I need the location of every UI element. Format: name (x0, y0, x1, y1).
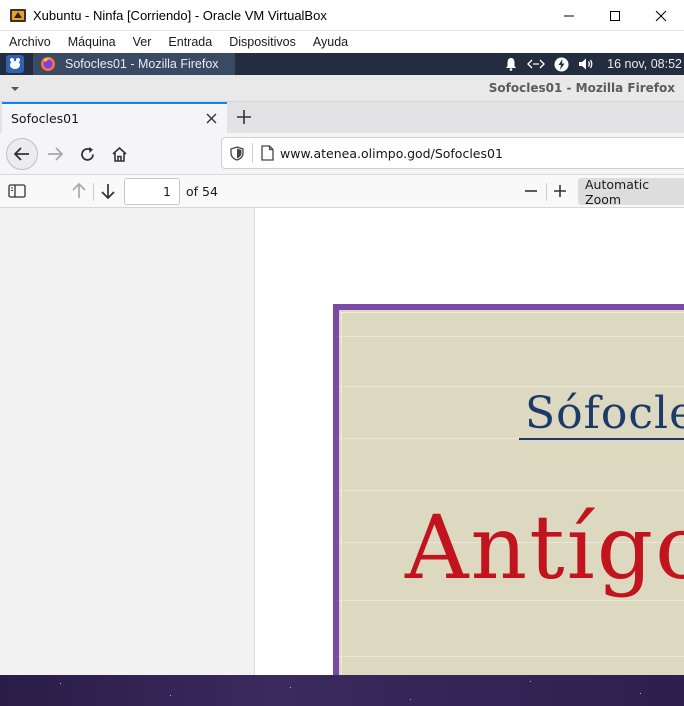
zoom-select-value: Automatic Zoom (585, 176, 650, 207)
url-bar[interactable]: www.atenea.olimpo.god/Sofocles01 (221, 137, 684, 169)
firefox-window-title: Sofocles01 - Mozilla Firefox (488, 81, 675, 95)
close-button[interactable] (638, 0, 684, 31)
url-text[interactable]: www.atenea.olimpo.god/Sofocles01 (280, 146, 503, 161)
notification-bell-icon[interactable] (504, 57, 518, 71)
firefox-icon (41, 57, 55, 71)
pdf-sidebar (0, 208, 255, 675)
tab-strip: Sofocles01 (0, 102, 684, 133)
cover-rule (339, 600, 684, 601)
page-icon[interactable] (261, 145, 274, 161)
plus-icon (237, 110, 251, 124)
toolbar-divider (93, 183, 94, 201)
virtualbox-app-icon (10, 9, 26, 22)
cover-author-underline (519, 438, 684, 440)
next-page-button[interactable] (99, 182, 117, 203)
minus-icon (525, 190, 537, 192)
page-number-input[interactable]: 1 (124, 178, 180, 205)
system-tray: 16 nov, 08:52 (504, 53, 684, 75)
zoom-select[interactable]: Automatic Zoom (578, 176, 684, 207)
sidebar-toggle-icon (8, 184, 26, 198)
tracking-shield-icon[interactable] (230, 145, 244, 161)
reload-icon (80, 146, 94, 161)
tab-title: Sofocles01 (11, 111, 80, 126)
wallpaper-star (170, 695, 171, 696)
cover-author: Sófocles (525, 388, 684, 439)
taskbar-firefox-button[interactable]: Sofocles01 - Mozilla Firefox (33, 53, 235, 75)
cover-rule (339, 336, 684, 337)
toolbar-divider (546, 183, 547, 201)
cover-rule (339, 490, 684, 491)
cover-rule (339, 386, 684, 387)
menu-archivo[interactable]: Archivo (0, 35, 59, 49)
desktop-wallpaper-strip (0, 675, 684, 706)
navigation-toolbar: www.atenea.olimpo.god/Sofocles01 (0, 133, 684, 175)
wallpaper-star (410, 699, 411, 700)
reload-button[interactable] (71, 138, 103, 170)
wallpaper-star (640, 693, 641, 694)
zoom-in-button[interactable] (552, 183, 568, 202)
wallpaper-star (290, 687, 291, 688)
window-title: Xubuntu - Ninfa [Corriendo] - Oracle VM … (33, 7, 327, 23)
home-icon (111, 146, 127, 162)
new-tab-button[interactable] (233, 106, 255, 128)
maximize-icon (610, 10, 620, 21)
cover-rule (339, 656, 684, 657)
pdf-toolbar: 1 of 54 Automatic Zoom (0, 175, 684, 208)
pdf-page-cover: Sófocles Antígona (333, 304, 684, 684)
panel-clock[interactable]: 16 nov, 08:52 (607, 57, 682, 71)
previous-page-button[interactable] (70, 182, 88, 203)
network-icon[interactable] (527, 57, 546, 71)
tab-sofocles01[interactable]: Sofocles01 (2, 102, 227, 133)
forward-arrow-icon (48, 147, 64, 161)
arrow-down-icon (101, 184, 115, 200)
minimize-button[interactable] (546, 0, 592, 31)
forward-button[interactable] (39, 138, 71, 170)
back-arrow-icon (13, 147, 29, 161)
taskbar-item-label: Sofocles01 - Mozilla Firefox (65, 57, 219, 71)
maximize-button[interactable] (592, 0, 638, 31)
tab-close-icon[interactable] (206, 110, 217, 128)
whisker-menu-icon[interactable] (6, 55, 24, 73)
sidebar-toggle-button[interactable] (8, 183, 26, 202)
virtualbox-menubar: Archivo Máquina Ver Entrada Dispositivos… (0, 31, 684, 53)
wallpaper-star (60, 683, 61, 684)
window-menu-arrow-icon[interactable] (10, 85, 20, 93)
menu-dispositivos[interactable]: Dispositivos (220, 35, 304, 49)
home-button[interactable] (103, 138, 135, 170)
menu-entrada[interactable]: Entrada (159, 35, 220, 49)
close-icon (655, 10, 667, 21)
arrow-up-icon (72, 182, 86, 198)
xfce-top-panel: Sofocles01 - Mozilla Firefox 16 nov, 08:… (0, 53, 684, 75)
zoom-out-button[interactable] (523, 183, 539, 202)
cover-title: Antígona (405, 496, 684, 599)
page-count-label: of 54 (186, 184, 218, 199)
plus-icon (554, 185, 566, 197)
wallpaper-star (530, 681, 531, 682)
virtualbox-titlebar: Xubuntu - Ninfa [Corriendo] - Oracle VM … (0, 0, 684, 31)
menu-maquina[interactable]: Máquina (59, 35, 124, 49)
firefox-titlebar: Sofocles01 - Mozilla Firefox (0, 75, 684, 102)
volume-icon[interactable] (578, 57, 595, 71)
menu-ver[interactable]: Ver (124, 35, 160, 49)
minimize-icon (564, 15, 574, 16)
back-button[interactable] (6, 138, 38, 170)
power-icon[interactable] (554, 57, 569, 72)
menu-ayuda[interactable]: Ayuda (304, 35, 356, 49)
